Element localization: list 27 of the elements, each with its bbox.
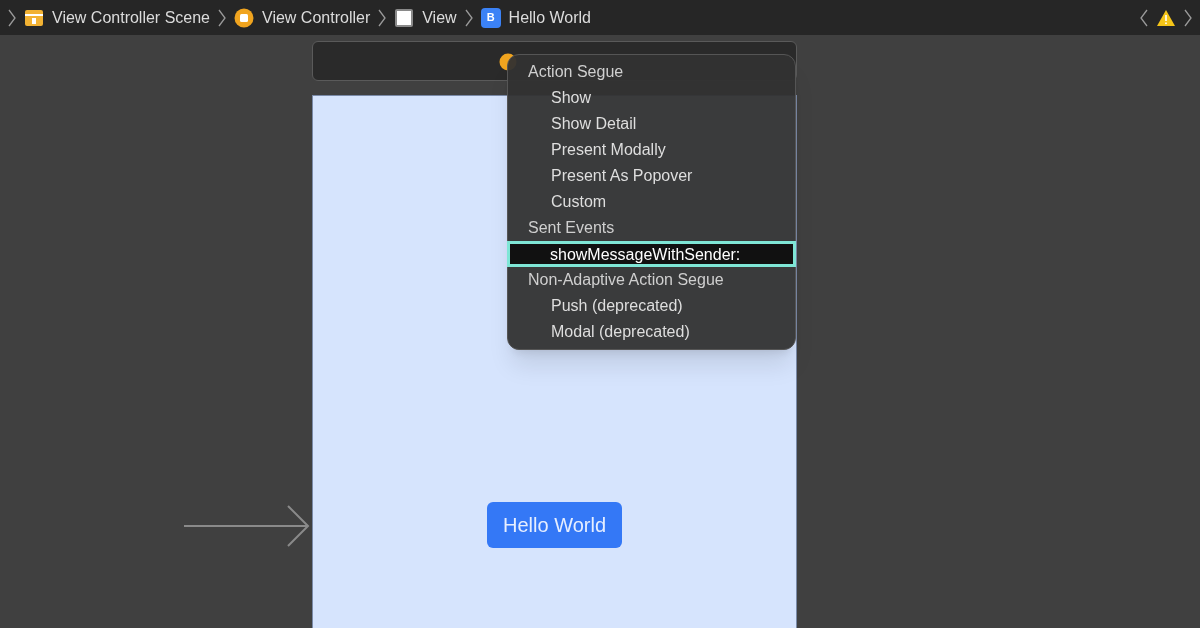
menu-item[interactable]: Show (508, 85, 795, 111)
menu-item[interactable]: Present As Popover (508, 163, 795, 189)
chevron-right-icon (8, 8, 16, 27)
controller-icon (234, 7, 254, 28)
button-badge: B (480, 7, 501, 28)
menu-section-header: Non-Adaptive Action Segue (527, 270, 725, 290)
menu-item[interactable]: Push (deprecated) (508, 293, 795, 319)
warning-icon[interactable] (1156, 8, 1176, 27)
scene-icon (24, 8, 44, 27)
chevron-right-icon (218, 8, 226, 27)
menu-item[interactable]: showMessageWithSender: (507, 241, 796, 267)
chevron-right-icon (464, 8, 473, 27)
hello-world-button[interactable]: Hello World (487, 502, 622, 548)
menu-section-header: Action Segue (527, 62, 625, 82)
forward-icon (1184, 8, 1192, 27)
menu-item[interactable]: Show Detail (508, 111, 795, 137)
chevron-right-icon (378, 8, 387, 27)
menu-item[interactable]: Present Modally (508, 137, 795, 163)
menu-item[interactable]: Modal (deprecated) (508, 319, 795, 345)
view-icon (394, 7, 415, 28)
breadcrumb-item[interactable]: Hello World (508, 5, 591, 30)
breadcrumb-item[interactable]: View (422, 5, 457, 30)
breadcrumb-item[interactable]: View Controller Scene (52, 5, 210, 30)
back-icon (1140, 8, 1148, 27)
menu-section-header: Sent Events (527, 218, 616, 238)
menu-item[interactable]: Custom (508, 189, 795, 215)
breadcrumb-item[interactable]: View Controller (262, 5, 371, 30)
